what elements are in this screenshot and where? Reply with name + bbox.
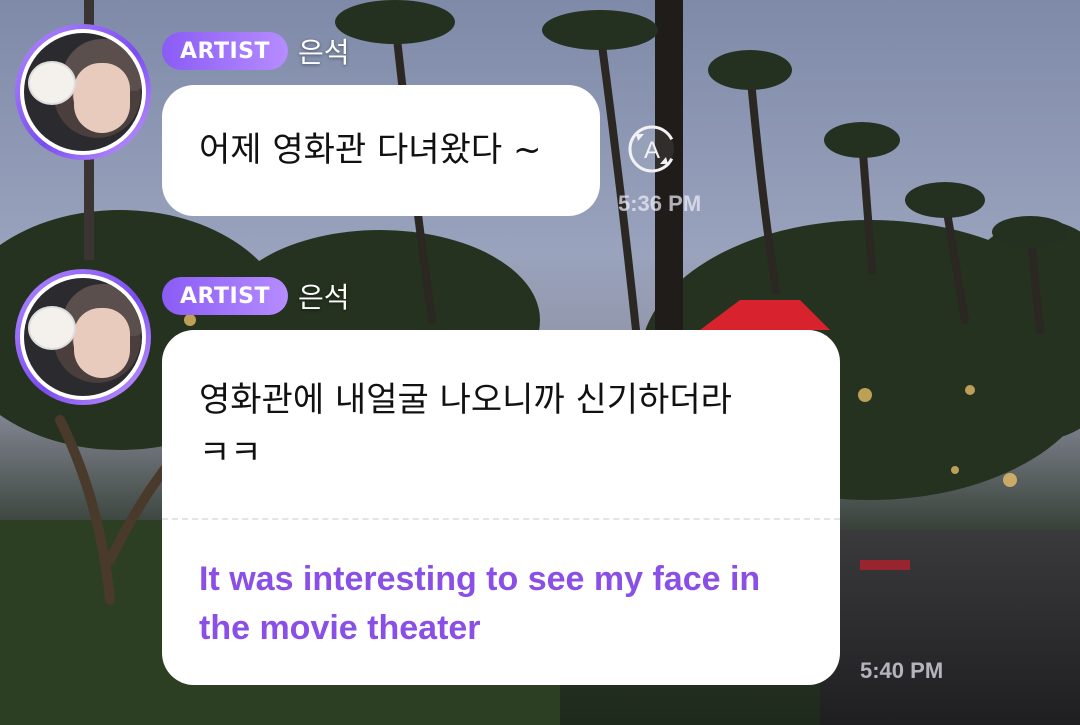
- message-bubble[interactable]: 어제 영화관 다녀왔다 ~: [162, 85, 600, 216]
- message-text: 어제 영화관 다녀왔다 ~: [199, 130, 542, 170]
- translation-divider: [162, 518, 840, 520]
- artist-badge: ARTIST: [162, 32, 289, 70]
- artist-avatar[interactable]: [15, 269, 151, 405]
- translation-text-line: It was interesting to see my face in: [199, 560, 761, 598]
- message-header: ARTIST 은석: [162, 31, 350, 71]
- author-name[interactable]: 은석: [298, 31, 350, 71]
- translate-icon: A: [628, 125, 676, 173]
- translation-text-line: the movie theater: [199, 609, 481, 647]
- avatar-photo: [24, 278, 142, 396]
- translate-button[interactable]: A: [621, 118, 683, 180]
- message-time: 5:40 PM: [860, 658, 944, 683]
- avatar-frame: [20, 29, 146, 155]
- message-bubble[interactable]: 영화관에 내얼굴 나오니까 신기하더라 ㅋㅋ It was interestin…: [162, 330, 840, 685]
- message-header: ARTIST 은석: [162, 276, 350, 316]
- message-time: 5:36 PM: [618, 191, 702, 216]
- message-text-line: 영화관에 내얼굴 나오니까 신기하더라: [199, 380, 732, 420]
- artist-avatar[interactable]: [15, 24, 151, 160]
- avatar-frame: [20, 274, 146, 400]
- svg-text:A: A: [644, 137, 660, 164]
- avatar-photo: [24, 33, 142, 151]
- message-text-line: ㅋㅋ: [199, 433, 262, 473]
- author-name[interactable]: 은석: [298, 276, 350, 316]
- artist-badge: ARTIST: [162, 277, 289, 315]
